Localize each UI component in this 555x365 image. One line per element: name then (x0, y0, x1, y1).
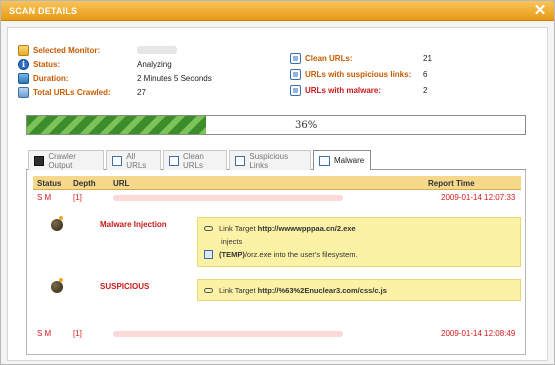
column-url[interactable]: URL (113, 179, 129, 188)
suspicious-urls-value: 6 (423, 70, 428, 79)
monitor-icon (18, 44, 29, 56)
bomb-icon (51, 278, 63, 293)
malware-urls-label: URLs with malware: (305, 85, 382, 95)
file-path-rest: /orz.exe into the user's filesystem. (244, 250, 358, 259)
duration-icon (18, 72, 29, 84)
file-path-bold: (TEMP) (219, 250, 245, 259)
link-target-url[interactable]: http://%63%2Enuclear3.com/css/c.js (258, 286, 387, 295)
total-urls-row: Total URLs Crawled: (18, 86, 111, 98)
total-urls-value: 27 (137, 88, 146, 97)
threat-title: SUSPICIOUS (100, 282, 150, 291)
scan-progress-bar: 36% (26, 115, 526, 135)
table-row[interactable]: S M [1] 2009-01-14 12:08:49 (33, 327, 521, 341)
row-status: S M (37, 329, 52, 338)
status-label: Status: (33, 59, 61, 69)
clean-urls-value: 21 (423, 54, 432, 63)
duration-label: Duration: (33, 73, 69, 83)
suspicious-urls-icon (290, 68, 301, 80)
duration-value: 2 Minutes 5 Seconds (137, 74, 212, 83)
malware-urls-icon (290, 84, 301, 96)
all-urls-icon (112, 155, 123, 166)
threat-action: injects (221, 237, 243, 246)
column-depth[interactable]: Depth (73, 179, 96, 188)
row-depth: [1] (73, 329, 82, 338)
progress-text: 36% (295, 120, 318, 131)
tab-label: Malware (334, 156, 365, 165)
row-depth: [1] (73, 193, 82, 202)
tab-crawler-output[interactable]: Crawler Output (28, 150, 104, 170)
threat-detail-box: Link Target http://%63%2Enuclear3.com/cs… (197, 279, 521, 301)
malware-results-panel: Status Depth URL Report Time S M [1] 200… (26, 170, 526, 355)
column-report-time[interactable]: Report Time (428, 179, 475, 188)
selected-monitor-row: Selected Monitor: (18, 44, 100, 56)
progress-fill (27, 116, 207, 134)
clean-urls-label: Clean URLs: (305, 53, 353, 63)
total-urls-icon (18, 86, 29, 98)
scan-summary: Selected Monitor: Status: Analyzing Dura… (18, 44, 538, 108)
malware-icon (319, 155, 330, 166)
link-target-url[interactable]: http://wwwwpppaa.cn/2.exe (258, 224, 356, 233)
row-report-time: 2009-01-14 12:08:49 (441, 329, 516, 338)
tab-all-urls[interactable]: All URLs (106, 150, 161, 170)
tab-label: Clean URLs (182, 151, 204, 170)
tab-label: Suspicious Links (249, 151, 289, 170)
selected-monitor-value (137, 46, 177, 56)
tab-suspicious-links[interactable]: Suspicious Links (229, 150, 311, 170)
scan-details-window: SCAN DETAILS ✕ Selected Monitor: Status:… (0, 0, 555, 365)
info-icon (18, 58, 29, 70)
malware-urls-value: 2 (423, 86, 428, 95)
bomb-icon (51, 216, 63, 231)
tab-label: Crawler Output (48, 151, 76, 170)
tab-label: All URLs (126, 151, 147, 170)
row-status: S M (37, 193, 52, 202)
column-status[interactable]: Status (37, 179, 61, 188)
link-target-prefix: Link Target (219, 286, 256, 295)
suspicious-urls-row: URLs with suspicious links: (290, 68, 411, 80)
status-value: Analyzing (137, 60, 172, 69)
threat-link-line: Link Target http://wwwwpppaa.cn/2.exe (204, 224, 356, 233)
threat-file-line: (TEMP)/orz.exe into the user's filesyste… (204, 250, 358, 259)
console-icon (34, 155, 45, 166)
title-bar: SCAN DETAILS ✕ (1, 1, 554, 21)
selected-monitor-label: Selected Monitor: (33, 45, 101, 55)
result-tabs: Crawler Output All URLs Clean URLs Suspi… (26, 149, 526, 171)
close-icon[interactable]: ✕ (532, 3, 548, 19)
tab-clean-urls[interactable]: Clean URLs (163, 150, 227, 170)
threat-detail-box: Link Target http://wwwwpppaa.cn/2.exe in… (197, 217, 521, 267)
row-url[interactable] (113, 195, 343, 201)
row-url[interactable] (113, 331, 343, 337)
window-title: SCAN DETAILS (9, 6, 78, 16)
link-target-prefix: Link Target (219, 224, 256, 233)
table-header: Status Depth URL Report Time (33, 176, 521, 190)
content-area: Selected Monitor: Status: Analyzing Dura… (7, 27, 548, 361)
link-icon (204, 226, 213, 231)
threat-action-line: injects (221, 237, 242, 246)
total-urls-label: Total URLs Crawled: (33, 87, 111, 97)
status-row: Status: (18, 58, 60, 70)
threat-link-line: Link Target http://%63%2Enuclear3.com/cs… (204, 286, 387, 295)
clean-urls-icon (290, 52, 301, 64)
clean-urls-tab-icon (169, 155, 179, 166)
suspicious-urls-label: URLs with suspicious links: (305, 69, 412, 79)
row-report-time: 2009-01-14 12:07:33 (441, 193, 516, 202)
threat-title: Malware Injection (100, 220, 167, 229)
table-row[interactable]: S M [1] 2009-01-14 12:07:33 (33, 191, 521, 205)
tab-malware[interactable]: Malware (313, 150, 371, 171)
suspicious-links-icon (235, 155, 246, 166)
duration-row: Duration: (18, 72, 69, 84)
malware-urls-row: URLs with malware: (290, 84, 381, 96)
link-icon (204, 288, 213, 293)
file-icon (204, 250, 213, 259)
clean-urls-row: Clean URLs: (290, 52, 353, 64)
